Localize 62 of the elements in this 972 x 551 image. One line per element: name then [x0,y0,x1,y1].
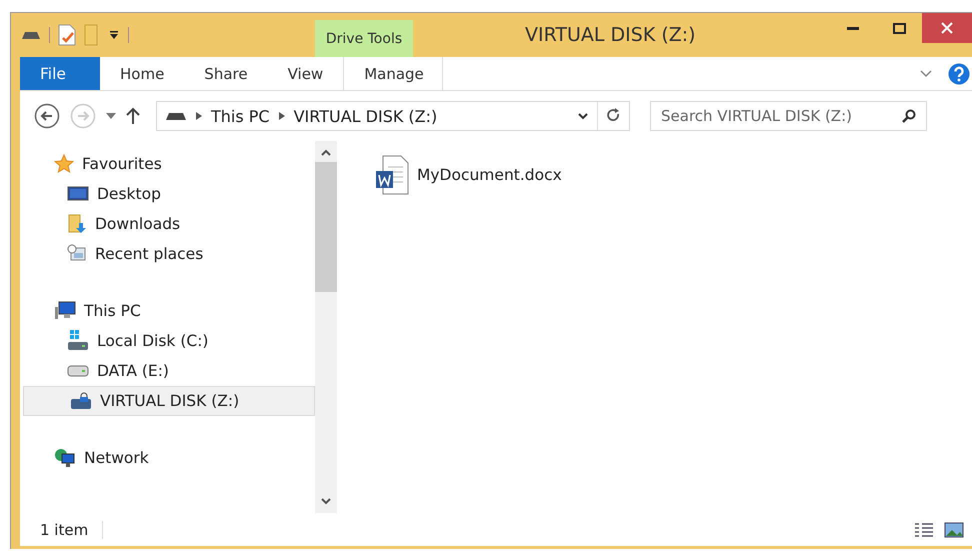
help-icon[interactable] [948,62,970,84]
maximize-icon [892,22,906,34]
refresh-icon[interactable] [607,108,621,124]
nav-item[interactable]: Desktop [20,179,315,209]
scroll-up-icon[interactable] [321,149,331,156]
nav-label: DATA (E:) [97,362,169,380]
dropdown-icon[interactable] [108,30,120,40]
nav-label: Favourites [82,155,162,173]
breadcrumb[interactable]: This PC [211,106,270,126]
close-icon [941,22,953,34]
close-button[interactable] [922,13,972,43]
nav-label: Recent places [95,245,204,263]
recent-dropdown-icon[interactable] [106,113,116,119]
large-icons-view-icon[interactable] [944,522,964,538]
disk-drive-icon [67,364,89,378]
back-icon[interactable] [34,103,60,129]
nav-label: Desktop [97,185,161,203]
window-title: VIRTUAL DISK (Z:) [525,24,696,46]
ribbon-tab[interactable]: Manage [343,57,444,90]
nav-item[interactable]: Recent places [20,239,315,269]
search-icon [902,109,916,123]
properties-icon[interactable] [58,24,76,46]
chevron-icon[interactable] [196,112,202,120]
nav-item[interactable]: DATA (E:) [20,356,315,386]
nav-label: Downloads [95,215,180,233]
scroll-down-icon[interactable] [321,498,331,505]
drive-icon [165,111,187,121]
minimize-icon [847,26,859,30]
nav-item[interactable]: Downloads [20,209,315,239]
locked-disk-icon [70,392,92,410]
nav-label: Network [84,449,149,467]
nav-item[interactable]: Local Disk (C:) [20,326,315,356]
address-bar[interactable]: This PC VIRTUAL DISK (Z:) [156,101,630,131]
details-view-icon[interactable] [914,522,934,538]
nav-label: VIRTUAL DISK (Z:) [100,392,240,410]
word-document-icon [375,155,409,195]
dropdown-icon[interactable] [578,112,588,120]
network-icon [54,448,76,468]
computer-icon [54,301,76,321]
item-count: 1 item [40,520,104,538]
scroll-thumb[interactable] [315,162,337,292]
context-tab-label: Drive Tools [315,20,413,57]
file-tab[interactable]: File [20,57,100,90]
folder-download-icon [67,214,87,234]
breadcrumb[interactable]: VIRTUAL DISK (Z:) [294,106,438,126]
monitor-icon [67,185,89,203]
file-name: MyDocument.docx [417,166,562,184]
nav-item[interactable]: Network [20,443,315,473]
nav-item[interactable]: VIRTUAL DISK (Z:) [23,386,315,416]
chevron-icon[interactable] [278,112,285,120]
star-icon [54,154,74,174]
expand-ribbon-icon[interactable] [920,70,932,78]
file-item[interactable]: MyDocument.docx [375,155,562,195]
nav-item[interactable]: This PC [20,296,315,326]
system-disk-icon [67,330,89,352]
nav-item[interactable]: Favourites [20,149,315,179]
search-field[interactable]: Search VIRTUAL DISK (Z:) [650,101,927,131]
nav-label: Local Disk (C:) [97,332,208,350]
drive-icon [21,30,41,40]
scrollbar[interactable] [315,141,337,513]
nav-label: This PC [84,302,141,320]
up-arrow-icon[interactable] [126,107,140,125]
